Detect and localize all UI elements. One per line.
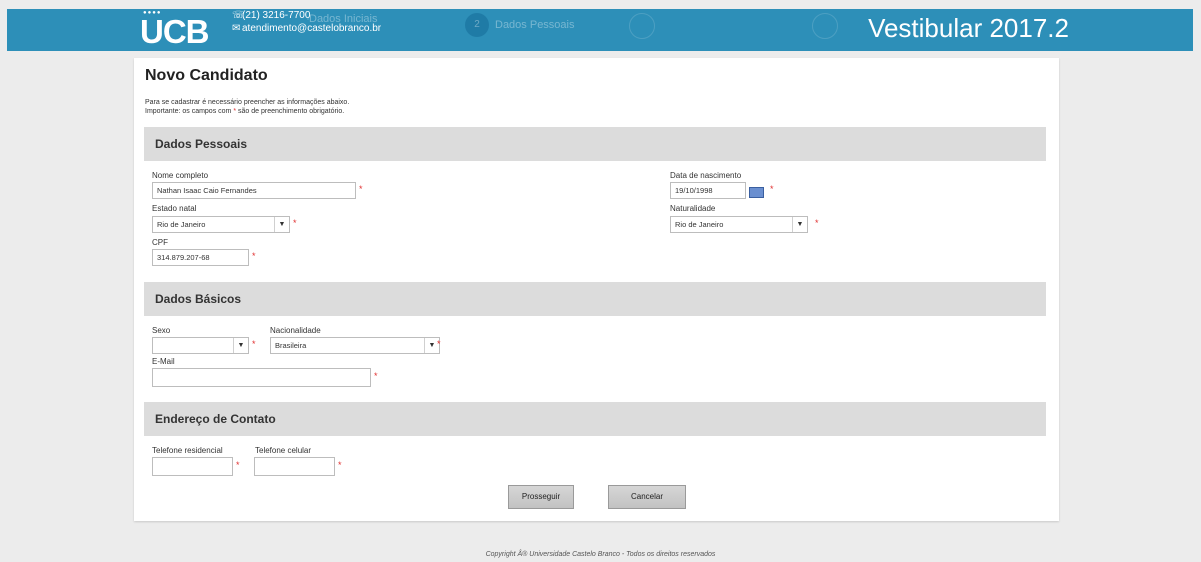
email-icon: ✉ — [232, 23, 241, 34]
tel-residencial-input[interactable] — [152, 457, 233, 476]
sexo-label: Sexo — [152, 326, 171, 335]
cpf-required: * — [252, 251, 256, 261]
cancelar-button[interactable]: Cancelar — [608, 485, 686, 509]
nacionalidade-required: * — [437, 339, 441, 349]
registration-card: Novo Candidato Para se cadastrar é neces… — [134, 58, 1059, 521]
step-4 — [812, 13, 844, 39]
cpf-input[interactable]: 314.879.207-68 — [152, 249, 249, 266]
step-2-number: 2 — [465, 13, 489, 37]
nascimento-required: * — [770, 184, 774, 194]
nome-input[interactable]: Nathan Isaac Caio Fernandes — [152, 182, 356, 199]
step-2-label: Dados Pessoais — [495, 18, 575, 31]
prosseguir-button[interactable]: Prosseguir — [508, 485, 574, 509]
email-input[interactable] — [152, 368, 371, 387]
sexo-select[interactable]: ▼ — [152, 337, 249, 354]
chevron-down-icon: ▼ — [233, 338, 248, 353]
naturalidade-required: * — [815, 218, 819, 228]
intro-text: Para se cadastrar é necessário preencher… — [145, 98, 349, 116]
vestibular-title: Vestibular 2017.2 — [868, 13, 1069, 43]
chevron-down-icon: ▼ — [274, 217, 289, 232]
estado-label: Estado natal — [152, 204, 197, 213]
tel-celular-label: Telefone celular — [255, 446, 312, 455]
email-required: * — [374, 371, 378, 381]
naturalidade-value: Rio de Janeiro — [675, 220, 724, 229]
cpf-label: CPF — [152, 238, 168, 247]
section-dados-basicos-title: Dados Básicos — [155, 292, 242, 306]
tel-residencial-label: Telefone residencial — [152, 446, 223, 455]
naturalidade-label: Naturalidade — [670, 204, 716, 213]
tel-celular-input[interactable] — [254, 457, 335, 476]
email-label: E-Mail — [152, 357, 175, 366]
section-endereco-contato: Endereço de Contato — [144, 402, 1046, 436]
step-3-number — [629, 13, 655, 39]
nacionalidade-label: Nacionalidade — [270, 326, 321, 335]
estado-select[interactable]: Rio de Janeiro ▼ — [152, 216, 290, 233]
header-bar: ●●●● UCB ☏(21) 3216-7700 ✉ atendimento@ca… — [7, 9, 1193, 51]
footer-copyright: Copyright Â® Universidade Castelo Branco… — [485, 551, 716, 558]
estado-value: Rio de Janeiro — [157, 220, 206, 229]
naturalidade-select[interactable]: Rio de Janeiro ▼ — [670, 216, 808, 233]
sexo-required: * — [252, 339, 256, 349]
page-title: Novo Candidato — [145, 67, 268, 84]
nascimento-input[interactable]: 19/10/1998 — [670, 182, 746, 199]
intro-line-2: Importante: os campos com * são de preen… — [145, 108, 345, 115]
section-endereco-contato-title: Endereço de Contato — [155, 412, 276, 426]
contact-phone: (21) 3216-7700 — [242, 10, 311, 21]
estado-required: * — [293, 218, 297, 228]
section-dados-pessoais: Dados Pessoais — [144, 127, 1046, 161]
step-2: 2 Dados Pessoais — [465, 13, 575, 37]
nome-required: * — [359, 184, 363, 194]
nacionalidade-select[interactable]: Brasileira ▼ — [270, 337, 440, 354]
intro-line-1: Para se cadastrar é necessário preencher… — [145, 99, 350, 106]
section-dados-basicos: Dados Básicos — [144, 282, 1046, 316]
step-4-number — [812, 13, 838, 39]
nacionalidade-value: Brasileira — [275, 341, 307, 350]
step-1-label: Dados Iniciais — [309, 13, 378, 25]
section-dados-pessoais-title: Dados Pessoais — [155, 137, 248, 151]
nome-label: Nome completo — [152, 171, 209, 180]
tel-residencial-required: * — [236, 460, 240, 470]
logo-text: UCB — [140, 13, 209, 50]
tel-celular-required: * — [338, 460, 342, 470]
calendar-icon[interactable] — [749, 187, 764, 198]
phone-icon: ☏ — [232, 10, 245, 21]
step-3 — [629, 13, 661, 39]
step-1: Dados Iniciais — [307, 13, 377, 25]
chevron-down-icon: ▼ — [792, 217, 807, 232]
nascimento-label: Data de nascimento — [670, 171, 742, 180]
ucb-logo[interactable]: ●●●● UCB — [137, 9, 213, 51]
